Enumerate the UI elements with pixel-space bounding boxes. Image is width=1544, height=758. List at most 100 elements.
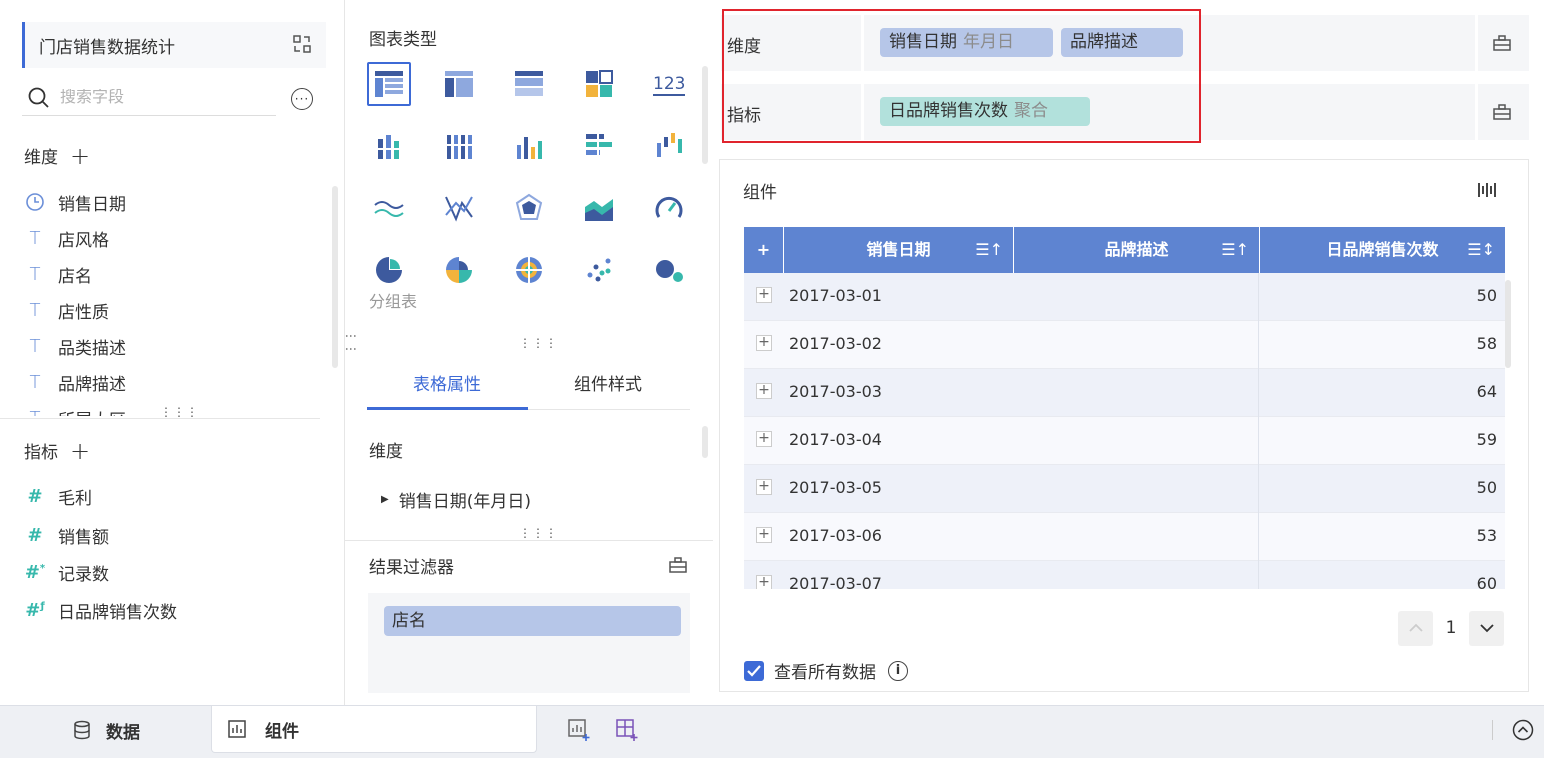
chart-type-scrollbar[interactable] [702, 66, 708, 164]
field-search[interactable] [22, 80, 276, 116]
bubble-chart-icon[interactable] [647, 248, 691, 292]
cell-separator [1258, 465, 1259, 513]
metric-label: 毛利 [58, 488, 92, 509]
dimension-item[interactable]: T 品类描述 [24, 334, 127, 359]
filter-settings-icon[interactable] [668, 555, 688, 575]
sort-ascending-icon[interactable]: ☰↑ [1221, 227, 1249, 273]
metric-item[interactable]: # 毛利 [24, 484, 92, 509]
dataset-selector[interactable]: 门店销售数据统计 [22, 22, 326, 68]
filter-drop-zone[interactable]: 店名 [368, 593, 690, 693]
add-dimension-icon[interactable]: + [70, 144, 90, 168]
column-chart-icon[interactable] [507, 124, 551, 168]
switch-dataset-icon[interactable] [292, 34, 312, 54]
checkmark-icon [747, 664, 761, 677]
view-all-checkbox[interactable] [744, 660, 764, 681]
properties-scrollbar[interactable] [702, 426, 708, 458]
property-dimension-item[interactable]: ▶ 销售日期(年月日) [381, 487, 531, 512]
rose-pie-chart-icon[interactable] [437, 248, 481, 292]
metric-item[interactable]: # 销售额 [24, 523, 109, 548]
add-metric-icon[interactable]: + [70, 439, 90, 463]
expand-row-icon[interactable]: + [756, 575, 772, 589]
view-all-data-option[interactable]: 查看所有数据 i [744, 658, 908, 683]
dimension-item[interactable]: T 店名 [24, 262, 93, 287]
waterfall-chart-icon[interactable] [647, 124, 691, 168]
stacked-bar-chart-icon[interactable] [437, 124, 481, 168]
number-chart-icon[interactable]: 123 [647, 62, 691, 106]
dimension-label: 销售日期 [58, 194, 126, 215]
tab-component-style[interactable]: 组件样式 [528, 370, 688, 395]
expand-caret-icon[interactable]: ▶ [381, 494, 389, 505]
text-type-icon: T [29, 335, 41, 357]
scatter-chart-icon[interactable] [577, 248, 621, 292]
pie-chart-icon[interactable] [367, 248, 411, 292]
column-header-metric[interactable]: 日品牌销售次数 ☰↕ [1260, 227, 1505, 273]
add-component-icon[interactable] [567, 718, 591, 742]
row-date: 2017-03-06 [789, 526, 882, 545]
grouped-table-chart-icon[interactable] [367, 62, 411, 106]
tab-data[interactable]: 数据 [72, 706, 140, 754]
search-input[interactable] [60, 88, 260, 107]
polyline-chart-icon[interactable] [437, 186, 481, 230]
zone-settings-icon[interactable] [1492, 33, 1512, 53]
expand-row-icon[interactable]: + [756, 527, 772, 543]
row-date: 2017-03-05 [789, 478, 882, 497]
cross-table-chart-icon[interactable] [437, 62, 481, 106]
zone-settings-icon[interactable] [1492, 102, 1512, 122]
expand-row-icon[interactable]: + [756, 383, 772, 399]
sunburst-chart-icon[interactable] [507, 248, 551, 292]
dimension-chip-sales-date[interactable]: 销售日期 年月日 [880, 28, 1053, 57]
tab-component[interactable]: 组件 [211, 706, 537, 753]
resize-handle-horizontal[interactable]: ⋮⋮⋮ [519, 337, 558, 349]
text-type-icon: T [29, 263, 41, 285]
hash-star-icon: #* [24, 561, 46, 583]
more-options-icon[interactable]: ··· [291, 88, 313, 110]
sort-ascending-icon[interactable]: ☰↑ [975, 227, 1003, 273]
chart-component-icon [228, 720, 246, 738]
row-date: 2017-03-03 [789, 382, 882, 401]
dimension-item[interactable]: 销售日期 [24, 190, 126, 215]
tab-table-properties[interactable]: 表格属性 [367, 370, 527, 395]
column-header-sales-date[interactable]: 销售日期 ☰↑ [784, 227, 1014, 273]
row-date: 2017-03-04 [789, 430, 882, 449]
column-header-brand[interactable]: 品牌描述 ☰↑ [1014, 227, 1260, 273]
grouped-bar-chart-icon[interactable] [367, 124, 411, 168]
add-dashboard-icon[interactable] [615, 718, 639, 742]
property-tabs: 表格属性 组件样式 [367, 350, 690, 410]
dimension-item[interactable]: T 品牌描述 [24, 370, 127, 395]
area-chart-icon[interactable] [577, 186, 621, 230]
detail-table-chart-icon[interactable] [507, 62, 551, 106]
filter-chip[interactable]: 店名 [384, 606, 681, 636]
expand-row-icon[interactable]: + [756, 335, 772, 351]
horizontal-bar-chart-icon[interactable] [577, 124, 621, 168]
resize-handle-horizontal[interactable]: ⋮⋮⋮ [160, 406, 199, 418]
metric-drop-zone[interactable]: 指标 日品牌销售次数 聚合 [721, 84, 1529, 140]
gauge-chart-icon[interactable] [647, 186, 691, 230]
metric-chip[interactable]: 日品牌销售次数 聚合 [880, 97, 1090, 126]
dimension-item[interactable]: T 店风格 [24, 226, 110, 251]
radar-chart-icon[interactable] [507, 186, 551, 230]
expand-all-icon[interactable]: + [744, 227, 784, 273]
kpi-card-chart-icon[interactable] [577, 62, 621, 106]
dimension-zone-label: 维度 [727, 37, 761, 57]
expand-row-icon[interactable]: + [756, 431, 772, 447]
table-scrollbar[interactable] [1505, 280, 1511, 368]
dimension-drop-zone[interactable]: 维度 销售日期 年月日 品牌描述 [721, 15, 1529, 71]
dimension-item[interactable]: T 店性质 [24, 298, 110, 323]
expand-row-icon[interactable]: + [756, 479, 772, 495]
expand-row-icon[interactable]: + [756, 287, 772, 303]
dimension-item[interactable]: T 所属大区 [24, 406, 127, 417]
metric-item[interactable]: #* 记录数 [24, 560, 109, 585]
collapse-up-icon[interactable] [1512, 719, 1534, 741]
resize-handle-horizontal[interactable]: ⋮⋮⋮ [519, 527, 558, 539]
line-chart-icon[interactable] [367, 186, 411, 230]
table-row: + 2017-03-05 50 [744, 465, 1505, 513]
info-icon[interactable]: i [888, 660, 908, 681]
dimension-scrollbar[interactable] [332, 186, 338, 368]
sort-toggle-icon[interactable]: ☰↕ [1467, 227, 1495, 273]
next-page-button[interactable] [1469, 610, 1504, 646]
metric-item[interactable]: #ƒ 日品牌销售次数 [24, 598, 177, 623]
dimension-chip-brand[interactable]: 品牌描述 [1061, 28, 1183, 57]
prev-page-button[interactable] [1398, 610, 1433, 646]
chart-style-icon[interactable] [1477, 180, 1497, 200]
component-canvas: 组件 + 销售日期 ☰↑ 品牌描述 ☰↑ 日品牌销售次数 ☰↕ + 2017-0… [719, 159, 1529, 692]
